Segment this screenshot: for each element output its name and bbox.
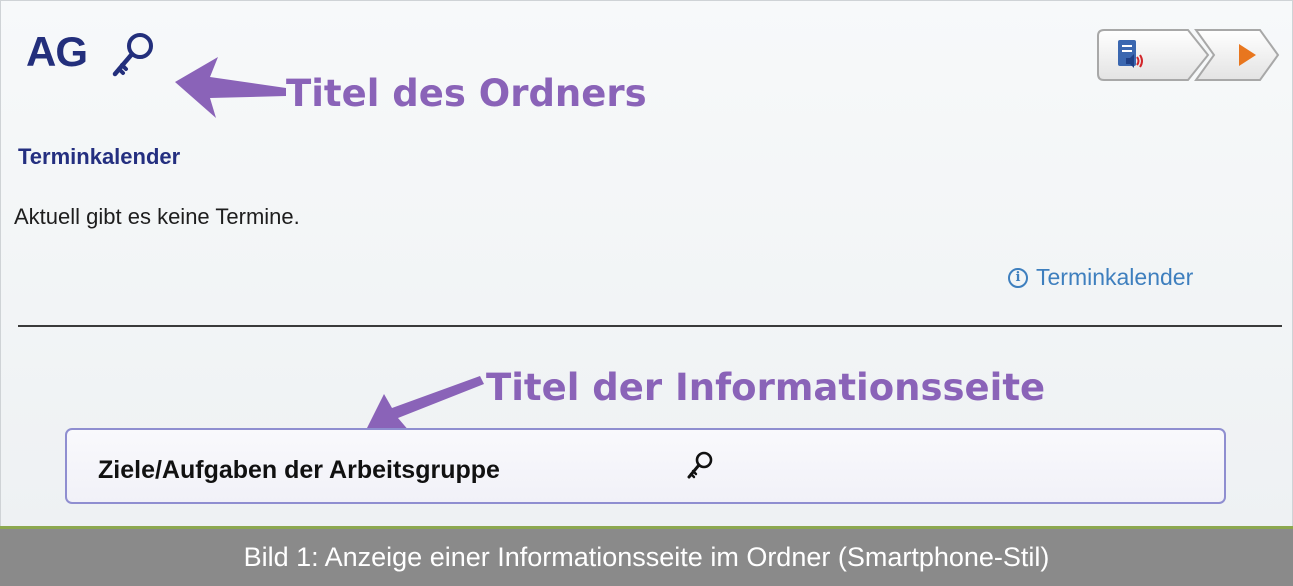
media-toolbar (1097, 29, 1280, 81)
key-icon (687, 451, 713, 479)
arrow-to-info-page-title (365, 376, 484, 432)
divider (18, 325, 1282, 327)
info-icon: i (1008, 267, 1028, 288)
calendar-link[interactable]: i Terminkalender (1008, 264, 1193, 291)
calendar-empty-message: Aktuell gibt es keine Termine. (14, 204, 300, 229)
figure-caption: Bild 1: Anzeige einer Informationsseite … (0, 529, 1293, 586)
annotation-folder-title: Titel des Ordners (286, 72, 647, 115)
annotation-info-page-title: Titel der Informationsseite (486, 366, 1046, 409)
info-page-title[interactable]: Ziele/Aufgaben der Arbeitsgruppe (98, 456, 500, 485)
calendar-link-label: Terminkalender (1036, 264, 1194, 290)
arrow-to-folder-title (175, 57, 286, 118)
calendar-heading: Terminkalender (18, 144, 181, 169)
